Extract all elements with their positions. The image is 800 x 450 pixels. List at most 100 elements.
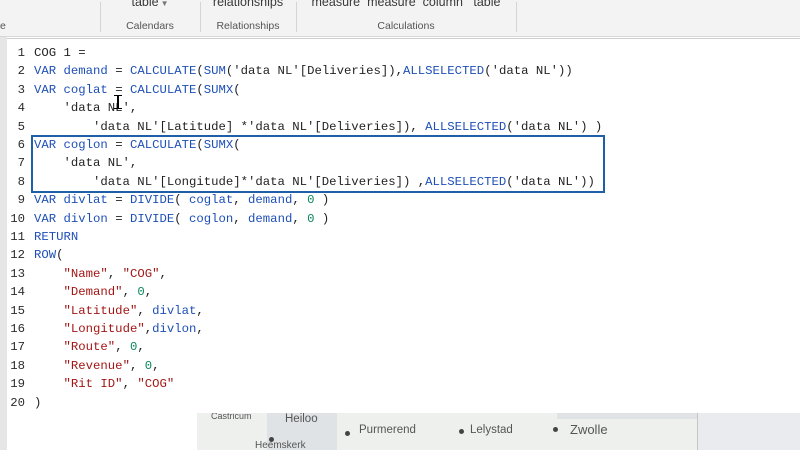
dax-formula-editor[interactable]: 20) 19 "Rit ID", "COG" 18 "Revenue", 0, 17 … [7,38,800,419]
code-token: CALCULATE [129,82,197,97]
code-token: , [196,303,204,318]
code-token: "Rit ID" [63,377,123,392]
code-token: , [144,322,153,336]
code-token: ROW [34,248,57,263]
chevron-down-icon: ▼ [160,0,169,8]
line-number: 12 [10,248,25,263]
line-number: 3 [17,82,25,97]
code-token: coglat [63,82,108,97]
code-token: SUMX [203,82,234,97]
code-token: divlat [63,193,108,208]
map-point [553,427,558,432]
code-token: demand [248,193,293,208]
code-text: VAR divlon = DIVIDE( coglon, demand, 0 ) [34,210,329,228]
code-line[interactable]: 18 "Revenue", 0, [7,357,800,375]
code-line[interactable]: 5 'data NL'[Latitude] *'data NL'[Deliver… [7,118,800,136]
code-line[interactable]: 15 "Latitude", divlat, [7,302,800,320]
line-number: 4 [17,101,25,116]
code-token: coglat [189,193,234,208]
line-number: 11 [10,230,25,244]
code-token: VAR [34,82,64,97]
code-token: , [292,211,308,226]
code-token: SUM [203,64,226,79]
code-line[interactable]: 10 VAR divlon = DIVIDE( coglon, demand, 0… [7,210,800,228]
code-line[interactable]: 16 "Longitude",divlon, [7,320,800,338]
line-number: 19 [10,377,25,392]
ribbon-left-caption: e [0,20,6,32]
code-line[interactable]: 3 VAR coglat = CALCULATE(SUMX( [7,81,800,99]
code-token: DIVIDE [129,193,175,208]
code-line[interactable]: 9 VAR divlat = DIVIDE( coglat, demand, 0 … [7,191,800,209]
line-number: 1 [17,46,25,60]
code-token: ) [314,211,330,226]
code-token: 0 [137,285,145,300]
code-token: , [152,358,160,373]
canvas-blank-area [7,418,197,450]
code-token: VAR [34,64,64,79]
code-line[interactable]: 13 "Name", "COG", [7,265,800,283]
code-text: ROW( [34,246,64,264]
map-label-zwolle: Zwolle [570,422,608,437]
map-land [527,419,697,450]
code-text: VAR coglat = CALCULATE(SUMX( [34,81,241,99]
code-token: CALCULATE [129,64,197,79]
code-token: ('data NL') ) [506,119,603,134]
code-line[interactable]: 4 'data NL', [7,99,800,117]
ribbon-separator [516,2,517,32]
code-line[interactable]: 17 "Route", 0, [7,338,800,356]
code-token: 0 [144,358,153,373]
line-number: 9 [17,193,25,208]
map-point [459,429,464,434]
line-number: 2 [17,64,25,79]
code-token: 'data NL'[Latitude] *'data NL'[Deliverie… [34,119,426,134]
code-token: = [107,211,130,226]
code-token: ( [56,248,64,263]
code-line[interactable]: 2 VAR demand = CALCULATE(SUM('data NL'[De… [7,62,800,80]
map-label-heemskerk: Heemskerk [255,440,306,450]
ribbon-group-calculations: measure measure column table Calculation… [296,0,516,36]
code-text: "Route", 0, [34,338,145,356]
code-token: , [129,358,145,373]
code-line[interactable]: 14 "Demand", 0, [7,283,800,301]
code-line[interactable]: 19 "Rit ID", "COG" [7,375,800,393]
code-token: divlon [63,211,108,226]
code-token: coglon [189,211,234,226]
line-number: 16 [10,322,25,336]
code-token: , [107,266,123,281]
relationships-button[interactable]: relationships [200,0,296,9]
map-label-lelystad: Lelystad [470,424,513,436]
calculation-buttons[interactable]: measure measure column table [296,0,516,9]
ribbon: e table ▼ Calendars relationships Relatio… [0,0,800,37]
line-number: 17 [10,340,25,355]
code-token: demand [248,211,293,226]
code-token: "COG" [122,266,160,281]
code-token: DIVIDE [129,211,175,226]
line-number: 14 [10,285,25,300]
code-line[interactable]: 1 COG 1 = [7,44,800,62]
code-text: "Longitude",divlon, [34,320,204,338]
code-token: ALLSELECTED [403,64,485,79]
code-token: = [107,64,130,79]
table-button[interactable]: table ▼ [100,0,200,9]
code-token: demand [63,64,108,79]
line-number: 6 [17,138,25,152]
code-text: VAR demand = CALCULATE(SUM('data NL'[Del… [34,62,573,80]
code-line[interactable]: 11 RETURN [7,228,800,246]
code-token: , [122,377,138,392]
line-number: 8 [17,174,25,189]
code-token: , [137,340,145,355]
code-token: , [196,322,204,336]
code-token: divlon [152,322,197,336]
code-line[interactable]: 20) [7,394,800,412]
code-token: RETURN [34,230,79,244]
code-text: 'data NL'[Latitude] *'data NL'[Deliverie… [34,118,602,136]
map-visual[interactable]: Castricum Heiloo Purmerend Lelystad Zwol… [197,413,697,450]
code-line[interactable]: 12 ROW( [7,246,800,264]
highlight-box [31,135,605,193]
